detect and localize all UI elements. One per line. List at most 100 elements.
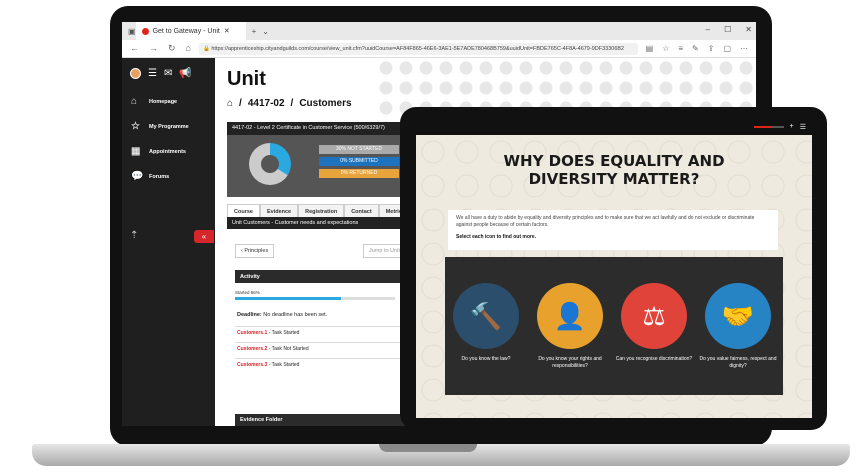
topic-fairness-button[interactable]: 🤝 xyxy=(705,283,771,349)
activity-progress: Started 66% xyxy=(235,290,415,300)
instruction-text: Select each icon to find out more. xyxy=(456,234,537,240)
calendar-icon: ▦ xyxy=(131,146,141,157)
topic-caption: Do you know your rights and responsibili… xyxy=(538,356,602,369)
close-tab-icon[interactable]: ✕ xyxy=(224,27,230,35)
sidebar-item-appointments[interactable]: ▦ Appointments xyxy=(122,139,215,164)
unit-heading: Unit Customers - Customer needs and expe… xyxy=(227,217,427,229)
lesson-progress xyxy=(753,125,784,128)
topic-rights-button[interactable]: 👤 xyxy=(537,283,603,349)
gavel-icon: 🔨 xyxy=(469,300,503,331)
sidebar-item-label: My Programme xyxy=(149,123,189,130)
refresh-icon[interactable]: ↻ xyxy=(168,43,176,54)
activity-header: Activity xyxy=(235,270,415,283)
sidebar-item-my-programme[interactable]: ☆ My Programme xyxy=(122,114,215,139)
topics-panel: 🔨 👤 ⚖ 🤝 Do you know the law? Do you know… xyxy=(445,257,783,395)
megaphone-icon[interactable]: 📢 xyxy=(179,68,191,79)
close-window-icon[interactable]: ✕ xyxy=(745,25,752,34)
progress-bar xyxy=(235,297,395,300)
sidebar-item-label: Appointments xyxy=(149,148,186,155)
deadline-row: Deadline: No deadline has been set. xyxy=(237,312,327,318)
address-bar-row: ← → ↻ ⌂ 🔒 https://apprenticeship.cityand… xyxy=(122,40,756,58)
task-status: - Task Started xyxy=(268,362,300,368)
laptop-notch xyxy=(379,444,477,452)
reading-view-icon[interactable]: ▤ xyxy=(646,44,654,53)
task-status: - Task Not Started xyxy=(268,346,309,352)
deadline-value: No deadline has been set. xyxy=(263,312,328,318)
new-tab-icon[interactable]: + xyxy=(252,27,257,36)
course-progress-card: 30% NOT STARTED 0% SUBMITTED 0% RETURNED xyxy=(227,135,417,197)
url-input[interactable]: 🔒 https://apprenticeship.cityandguilds.c… xyxy=(198,42,638,55)
mail-icon[interactable]: ✉ xyxy=(164,68,172,79)
chat-icon: 💬 xyxy=(131,171,144,182)
sidebar-item-label: Forums xyxy=(149,173,170,180)
home-browser-icon[interactable]: ⌂ xyxy=(186,43,191,54)
stat-submitted: 0% SUBMITTED xyxy=(319,157,399,166)
headline-line-1: WHY DOES EQUALITY AND xyxy=(503,152,725,170)
collapse-sidebar-button[interactable]: « xyxy=(194,230,214,243)
progress-label: Started 66% xyxy=(235,290,260,295)
tablet-screen: + ☰ WHY DOES EQUALITY AND DIVERSITY MATT… xyxy=(416,118,812,418)
tab-list-icon[interactable]: ⌄ xyxy=(262,27,269,36)
task-row[interactable]: Customers.2 - Task Not Started xyxy=(235,342,415,355)
course-card-title: 4417-02 - Level 2 Certificate in Custome… xyxy=(227,122,417,135)
stat-returned: 0% RETURNED xyxy=(319,169,399,178)
sidebar-top: ☰ ✉ 📢 xyxy=(122,58,215,89)
intro-box: We all have a duty to abide by equality … xyxy=(448,210,778,250)
deadline-label: Deadline: xyxy=(237,312,262,318)
home-breadcrumb-icon[interactable]: ⌂ xyxy=(227,98,233,109)
expand-icon[interactable]: + xyxy=(790,123,794,130)
previous-unit-button[interactable]: ‹ Principles xyxy=(235,244,275,258)
back-icon[interactable]: ← xyxy=(130,43,139,54)
task-status: - Task Started xyxy=(268,330,300,336)
forward-icon[interactable]: → xyxy=(149,43,158,54)
breadcrumb-course[interactable]: 4417-02 xyxy=(248,98,285,109)
avatar[interactable] xyxy=(130,68,141,79)
scales-icon: ⚖ xyxy=(642,300,666,331)
share-icon[interactable]: ⇪ xyxy=(708,44,715,53)
intro-text: We all have a duty to abide by equality … xyxy=(456,215,755,228)
sidebar-item-forums[interactable]: 💬 Forums xyxy=(122,164,215,189)
sidebar-item-homepage[interactable]: ⌂ Homepage xyxy=(122,89,215,114)
sidebar-item-label: Homepage xyxy=(149,98,178,105)
topic-caption: Do you know the law? xyxy=(461,356,511,362)
star-icon: ☆ xyxy=(131,121,140,132)
lesson-progress-fill xyxy=(753,125,772,128)
url-text: https://apprenticeship.cityandguilds.com… xyxy=(211,45,625,52)
breadcrumb-unit: Customers xyxy=(299,98,352,109)
home-icon: ⌂ xyxy=(131,96,138,107)
headline-line-2: DIVERSITY MATTER? xyxy=(528,170,700,188)
task-row[interactable]: Customers.3 - Task Started xyxy=(235,358,415,371)
browser-tabbar: ▣ Get to Gateway - Unit ✕ + ⌄ – ☐ ✕ xyxy=(122,22,756,40)
tablet-toolbar: + ☰ xyxy=(416,118,812,135)
evidence-folder-header[interactable]: Evidence Folder xyxy=(235,414,415,426)
tab-title: Get to Gateway - Unit xyxy=(152,27,220,35)
topic-law-button[interactable]: 🔨 xyxy=(453,283,519,349)
maximize-icon[interactable]: ☐ xyxy=(724,25,731,34)
favorite-icon[interactable]: ☆ xyxy=(662,44,669,53)
task-name[interactable]: Customers.1 xyxy=(237,330,267,336)
favicon-icon xyxy=(141,27,149,35)
scroll-top-icon[interactable]: ⇡ xyxy=(130,230,138,241)
menu-icon[interactable]: ☰ xyxy=(800,123,806,131)
browser-tab[interactable]: Get to Gateway - Unit ✕ xyxy=(135,22,246,40)
progress-bar-fill xyxy=(235,297,341,300)
lock-icon: 🔒 xyxy=(202,45,212,52)
favorites-hub-icon[interactable]: ≡ xyxy=(678,44,683,53)
task-name[interactable]: Customers.3 xyxy=(237,362,267,368)
hands-icon: 🤝 xyxy=(721,300,755,331)
sidebar: ☰ ✉ 📢 ⌂ Homepage ☆ My Programme ▦ Appoin… xyxy=(122,58,215,426)
breadcrumb: ⌂ / 4417-02 / Customers xyxy=(227,98,352,109)
minimize-icon[interactable]: – xyxy=(706,25,710,34)
page-title: Unit xyxy=(227,68,266,90)
topic-caption: Do you value fairness, respect and digni… xyxy=(699,356,777,369)
extension-icon[interactable]: ▢ xyxy=(723,44,731,53)
topic-discrimination-button[interactable]: ⚖ xyxy=(621,283,687,349)
topic-caption: Can you recognise discrimination? xyxy=(615,356,693,362)
list-icon[interactable]: ☰ xyxy=(148,68,157,79)
task-row[interactable]: Customers.1 - Task Started xyxy=(235,326,415,339)
pen-icon[interactable]: ✎ xyxy=(692,44,699,53)
more-icon[interactable]: ⋯ xyxy=(740,44,748,53)
task-name[interactable]: Customers.2 xyxy=(237,346,267,352)
tab-actions-icon[interactable]: ▣ xyxy=(128,27,136,36)
window-controls: – ☐ ✕ xyxy=(706,25,752,34)
